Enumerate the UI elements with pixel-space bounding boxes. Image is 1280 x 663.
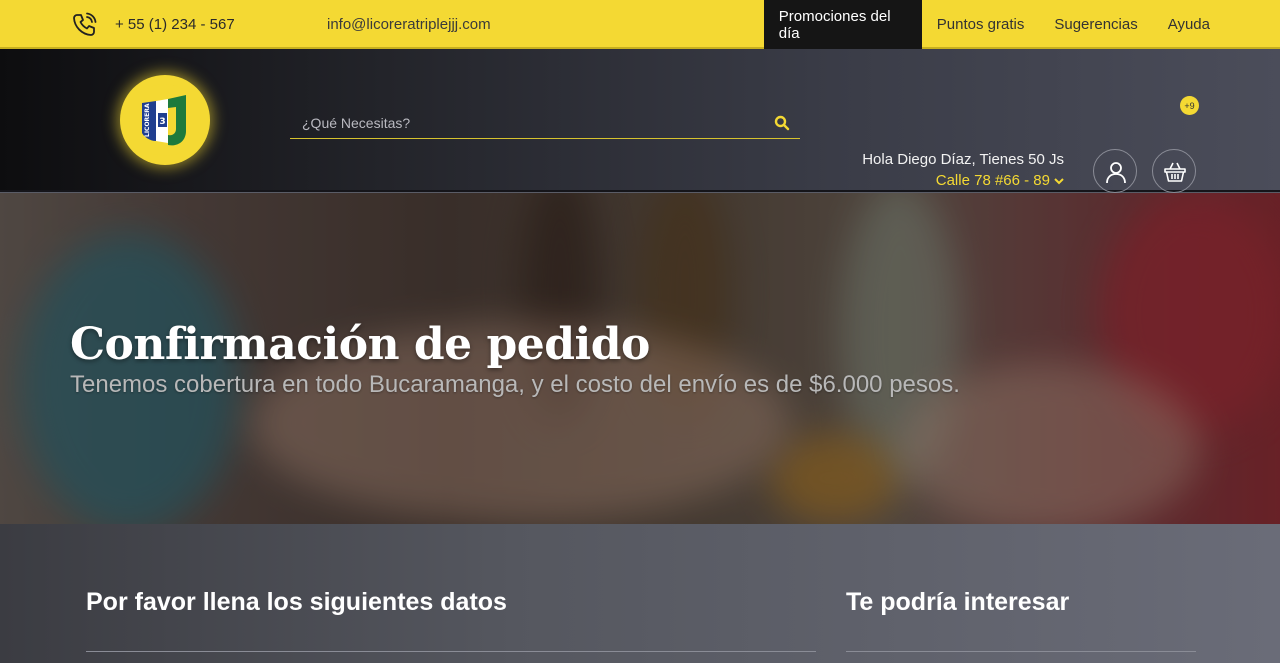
top-bar: + 55 (1) 234 - 567 info@licoreratriplejj… — [0, 0, 1280, 49]
phone-icon — [70, 11, 98, 39]
search-icon[interactable] — [774, 115, 790, 131]
content-section: Por favor llena los siguientes datos Te … — [0, 524, 1280, 663]
user-greeting: Hola Diego Díaz, Tienes 50 Js — [862, 151, 1064, 168]
suggestions-section-divider — [846, 651, 1196, 652]
basket-icon — [1164, 162, 1186, 182]
hero-banner: Confirmación de pedido Tenemos cobertura… — [0, 193, 1280, 524]
account-button[interactable] — [1093, 149, 1137, 193]
form-section-divider — [86, 651, 816, 652]
nav-puntos-gratis[interactable]: Puntos gratis — [922, 0, 1040, 49]
suggestions-section-title: Te podría interesar — [846, 588, 1070, 616]
cart-button[interactable] — [1152, 149, 1196, 193]
page-subtitle: Tenemos cobertura en todo Bucaramanga, y… — [70, 371, 960, 398]
user-icon — [1106, 162, 1126, 184]
logo-number: 3 — [159, 117, 165, 127]
delivery-address: Calle 78 #66 - 89 — [935, 172, 1050, 189]
top-nav: Promociones del día Puntos gratis Sugere… — [763, 0, 1280, 49]
email-link[interactable]: info@licoreratriplejjj.com — [327, 16, 491, 33]
form-section-title: Por favor llena los siguientes datos — [86, 588, 507, 616]
brand-logo[interactable]: 3 LICORERA J — [120, 75, 210, 165]
cart-count-badge: +9 — [1180, 96, 1199, 115]
search-input[interactable] — [290, 108, 760, 137]
search-bar — [290, 108, 800, 139]
nav-sugerencias[interactable]: Sugerencias — [1039, 0, 1152, 49]
chevron-down-icon — [1054, 177, 1064, 184]
nav-promociones[interactable]: Promociones del día — [763, 0, 922, 49]
main-header: 3 LICORERA J Hola Diego Díaz, Tienes 50 … — [0, 49, 1280, 193]
delivery-address-selector[interactable]: Calle 78 #66 - 89 — [936, 172, 1064, 189]
phone-number[interactable]: + 55 (1) 234 - 567 — [115, 16, 235, 33]
nav-ayuda[interactable]: Ayuda — [1153, 0, 1280, 49]
page-title: Confirmación de pedido — [70, 319, 650, 370]
logo-wordmark: LICORERA — [144, 103, 151, 137]
